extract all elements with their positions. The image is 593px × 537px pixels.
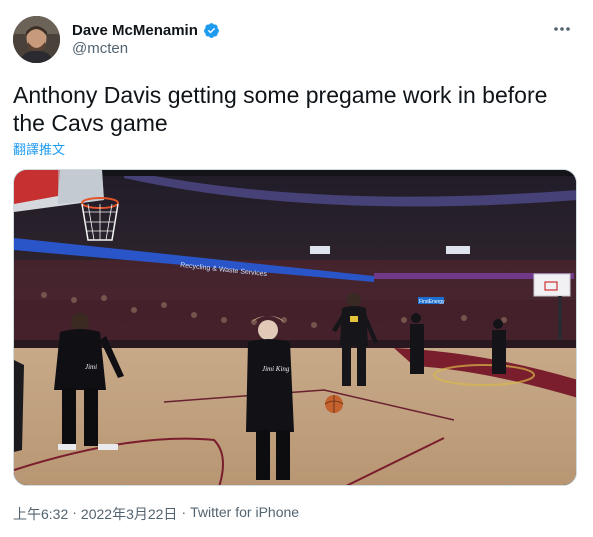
tweet-metadata: 上午6:32 · 2022年3月22日 · Twitter for iPhone [13, 504, 299, 524]
verified-badge-icon [203, 22, 220, 39]
shirt-text-center: Jimi King [262, 365, 290, 373]
tweet-video[interactable]: Recycling & Waste Services FirstEnergy J… [13, 169, 577, 486]
sign-text: FirstEnergy [419, 299, 445, 305]
translate-tweet-link[interactable]: 翻譯推文 [13, 139, 65, 158]
tweet-text: Anthony Davis getting some pregame work … [13, 82, 548, 136]
meta-separator-2: · [181, 504, 187, 520]
tweet-source[interactable]: Twitter for iPhone [190, 504, 299, 524]
tweet-date[interactable]: 2022年3月22日 [81, 504, 178, 524]
more-options-icon[interactable] [551, 20, 573, 38]
meta-separator: · [72, 504, 77, 520]
author-handle[interactable]: @mcten [72, 40, 128, 57]
author-name[interactable]: Dave McMenamin [72, 22, 198, 39]
tweet-time[interactable]: 上午6:32 [13, 504, 68, 524]
avatar[interactable] [13, 16, 60, 63]
shirt-text-left: Jimi [85, 363, 97, 371]
